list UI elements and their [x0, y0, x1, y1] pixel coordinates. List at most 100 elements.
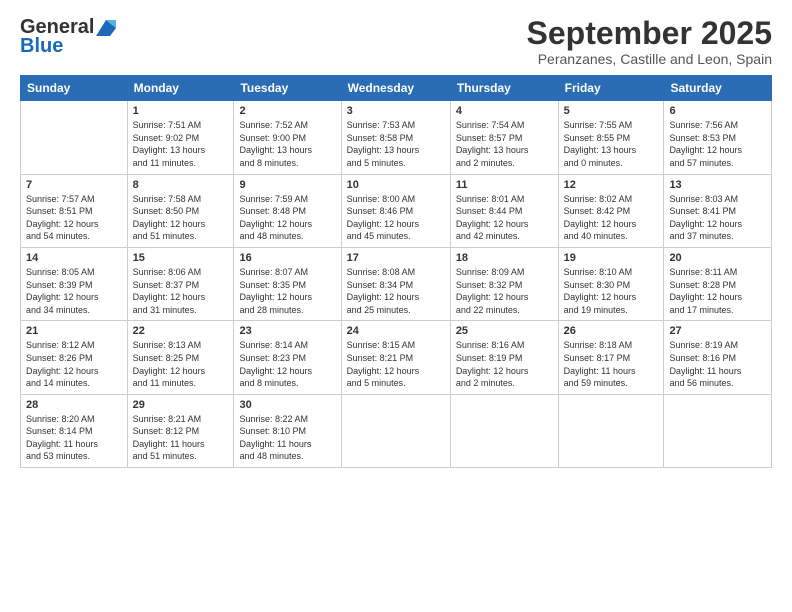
calendar-day: 25 Sunrise: 8:16 AM Sunset: 8:19 PM Dayli…	[450, 321, 558, 394]
day-number: 27	[669, 325, 766, 337]
day-number: 5	[564, 105, 659, 117]
calendar-day: 24 Sunrise: 8:15 AM Sunset: 8:21 PM Dayli…	[341, 321, 450, 394]
calendar-day	[341, 394, 450, 467]
day-info: Sunrise: 7:52 AM Sunset: 9:00 PM Dayligh…	[239, 119, 335, 169]
day-info: Sunrise: 7:57 AM Sunset: 8:51 PM Dayligh…	[26, 193, 122, 243]
day-number: 14	[26, 252, 122, 264]
day-number: 17	[347, 252, 445, 264]
day-info: Sunrise: 8:06 AM Sunset: 8:37 PM Dayligh…	[133, 266, 229, 316]
header-thursday: Thursday	[450, 76, 558, 101]
day-number: 28	[26, 399, 122, 411]
header-saturday: Saturday	[664, 76, 772, 101]
day-number: 3	[347, 105, 445, 117]
day-number: 11	[456, 179, 553, 191]
calendar-day: 12 Sunrise: 8:02 AM Sunset: 8:42 PM Dayli…	[558, 174, 664, 247]
day-number: 9	[239, 179, 335, 191]
calendar-day: 29 Sunrise: 8:21 AM Sunset: 8:12 PM Dayli…	[127, 394, 234, 467]
day-info: Sunrise: 7:56 AM Sunset: 8:53 PM Dayligh…	[669, 119, 766, 169]
day-info: Sunrise: 7:58 AM Sunset: 8:50 PM Dayligh…	[133, 193, 229, 243]
day-info: Sunrise: 8:10 AM Sunset: 8:30 PM Dayligh…	[564, 266, 659, 316]
day-number: 6	[669, 105, 766, 117]
calendar-day: 15Sunrise: 8:06 AM Sunset: 8:37 PM Dayli…	[127, 247, 234, 320]
page: General Blue September 2025 Peranzanes, …	[0, 0, 792, 612]
day-number: 16	[239, 252, 335, 264]
calendar-day: 13 Sunrise: 8:03 AM Sunset: 8:41 PM Dayli…	[664, 174, 772, 247]
title-block: September 2025 Peranzanes, Castille and …	[527, 16, 772, 67]
month-title: September 2025	[527, 16, 772, 51]
calendar-day: 18 Sunrise: 8:09 AM Sunset: 8:32 PM Dayli…	[450, 247, 558, 320]
day-number: 13	[669, 179, 766, 191]
day-number: 21	[26, 325, 122, 337]
day-number: 26	[564, 325, 659, 337]
day-info: Sunrise: 8:02 AM Sunset: 8:42 PM Dayligh…	[564, 193, 659, 243]
calendar-day: 7 Sunrise: 7:57 AM Sunset: 8:51 PM Daylig…	[21, 174, 128, 247]
day-number: 12	[564, 179, 659, 191]
day-number: 10	[347, 179, 445, 191]
header-tuesday: Tuesday	[234, 76, 341, 101]
day-info: Sunrise: 8:11 AM Sunset: 8:28 PM Dayligh…	[669, 266, 766, 316]
calendar-day: 3 Sunrise: 7:53 AM Sunset: 8:58 PM Daylig…	[341, 101, 450, 174]
location: Peranzanes, Castille and Leon, Spain	[527, 51, 772, 67]
calendar-day: 17Sunrise: 8:08 AM Sunset: 8:34 PM Dayli…	[341, 247, 450, 320]
day-info: Sunrise: 8:15 AM Sunset: 8:21 PM Dayligh…	[347, 339, 445, 389]
day-number: 4	[456, 105, 553, 117]
day-number: 8	[133, 179, 229, 191]
day-info: Sunrise: 8:03 AM Sunset: 8:41 PM Dayligh…	[669, 193, 766, 243]
day-number: 18	[456, 252, 553, 264]
day-info: Sunrise: 8:19 AM Sunset: 8:16 PM Dayligh…	[669, 339, 766, 389]
calendar-day: 16Sunrise: 8:07 AM Sunset: 8:35 PM Dayli…	[234, 247, 341, 320]
calendar-day: 21Sunrise: 8:12 AM Sunset: 8:26 PM Dayli…	[21, 321, 128, 394]
calendar-day: 4Sunrise: 7:54 AM Sunset: 8:57 PM Daylig…	[450, 101, 558, 174]
day-info: Sunrise: 8:05 AM Sunset: 8:39 PM Dayligh…	[26, 266, 122, 316]
day-info: Sunrise: 7:55 AM Sunset: 8:55 PM Dayligh…	[564, 119, 659, 169]
day-number: 30	[239, 399, 335, 411]
day-info: Sunrise: 8:18 AM Sunset: 8:17 PM Dayligh…	[564, 339, 659, 389]
calendar-day	[450, 394, 558, 467]
week-row-1: 1Sunrise: 7:51 AM Sunset: 9:02 PM Daylig…	[21, 101, 772, 174]
calendar-day: 11 Sunrise: 8:01 AM Sunset: 8:44 PM Dayli…	[450, 174, 558, 247]
day-number: 24	[347, 325, 445, 337]
day-info: Sunrise: 8:01 AM Sunset: 8:44 PM Dayligh…	[456, 193, 553, 243]
logo: General Blue	[20, 16, 116, 58]
day-number: 2	[239, 105, 335, 117]
day-number: 7	[26, 179, 122, 191]
calendar-day: 1Sunrise: 7:51 AM Sunset: 9:02 PM Daylig…	[127, 101, 234, 174]
calendar-day	[558, 394, 664, 467]
day-info: Sunrise: 7:53 AM Sunset: 8:58 PM Dayligh…	[347, 119, 445, 169]
calendar-day: 9 Sunrise: 7:59 AM Sunset: 8:48 PM Daylig…	[234, 174, 341, 247]
calendar-day: 2 Sunrise: 7:52 AM Sunset: 9:00 PM Daylig…	[234, 101, 341, 174]
day-info: Sunrise: 8:09 AM Sunset: 8:32 PM Dayligh…	[456, 266, 553, 316]
day-number: 20	[669, 252, 766, 264]
calendar-day	[21, 101, 128, 174]
day-info: Sunrise: 8:13 AM Sunset: 8:25 PM Dayligh…	[133, 339, 229, 389]
week-row-5: 28Sunrise: 8:20 AM Sunset: 8:14 PM Dayli…	[21, 394, 772, 467]
calendar-day: 27 Sunrise: 8:19 AM Sunset: 8:16 PM Dayli…	[664, 321, 772, 394]
header-wednesday: Wednesday	[341, 76, 450, 101]
calendar-header-row: Sunday Monday Tuesday Wednesday Thursday…	[21, 76, 772, 101]
day-number: 22	[133, 325, 229, 337]
day-info: Sunrise: 8:21 AM Sunset: 8:12 PM Dayligh…	[133, 413, 229, 463]
week-row-3: 14 Sunrise: 8:05 AM Sunset: 8:39 PM Dayli…	[21, 247, 772, 320]
header-friday: Friday	[558, 76, 664, 101]
calendar-day: 19Sunrise: 8:10 AM Sunset: 8:30 PM Dayli…	[558, 247, 664, 320]
header-sunday: Sunday	[21, 76, 128, 101]
calendar-day: 22 Sunrise: 8:13 AM Sunset: 8:25 PM Dayli…	[127, 321, 234, 394]
calendar-day: 20 Sunrise: 8:11 AM Sunset: 8:28 PM Dayli…	[664, 247, 772, 320]
calendar-day: 10Sunrise: 8:00 AM Sunset: 8:46 PM Dayli…	[341, 174, 450, 247]
calendar-day: 14 Sunrise: 8:05 AM Sunset: 8:39 PM Dayli…	[21, 247, 128, 320]
day-info: Sunrise: 8:14 AM Sunset: 8:23 PM Dayligh…	[239, 339, 335, 389]
day-number: 25	[456, 325, 553, 337]
logo-icon	[96, 20, 116, 36]
day-info: Sunrise: 8:16 AM Sunset: 8:19 PM Dayligh…	[456, 339, 553, 389]
header: General Blue September 2025 Peranzanes, …	[20, 16, 772, 67]
calendar-day: 28Sunrise: 8:20 AM Sunset: 8:14 PM Dayli…	[21, 394, 128, 467]
day-number: 23	[239, 325, 335, 337]
calendar-day	[664, 394, 772, 467]
calendar-day: 8 Sunrise: 7:58 AM Sunset: 8:50 PM Daylig…	[127, 174, 234, 247]
calendar-day: 30 Sunrise: 8:22 AM Sunset: 8:10 PM Dayli…	[234, 394, 341, 467]
calendar-day: 23 Sunrise: 8:14 AM Sunset: 8:23 PM Dayli…	[234, 321, 341, 394]
day-info: Sunrise: 8:22 AM Sunset: 8:10 PM Dayligh…	[239, 413, 335, 463]
day-info: Sunrise: 7:51 AM Sunset: 9:02 PM Dayligh…	[133, 119, 229, 169]
day-number: 29	[133, 399, 229, 411]
day-info: Sunrise: 7:59 AM Sunset: 8:48 PM Dayligh…	[239, 193, 335, 243]
